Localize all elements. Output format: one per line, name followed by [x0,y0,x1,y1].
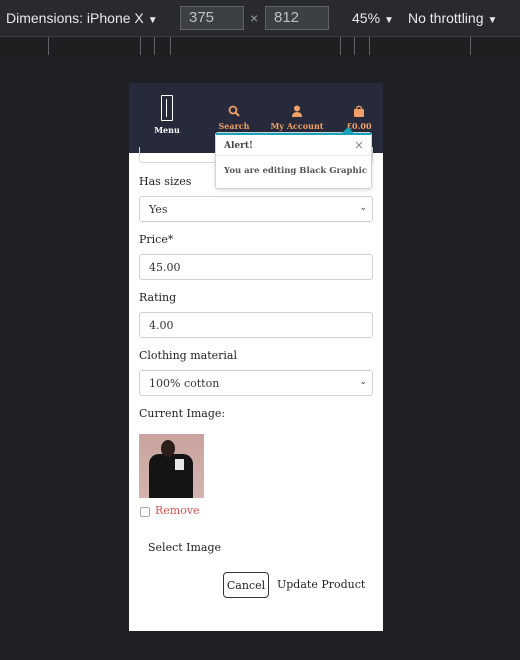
media-query-ruler [0,36,520,56]
chevron-down-icon: ⌄ [359,203,367,213]
current-image-label: Current Image: [139,407,226,420]
zoom-selector[interactable]: 45% ▼ [352,10,394,26]
close-icon[interactable]: × [354,138,364,152]
rating-value: 4.00 [149,319,174,332]
toast-title: Alert! [224,141,253,151]
throttling-selector[interactable]: No throttling ▼ [408,10,497,26]
cancel-button[interactable]: Cancel [223,572,269,598]
device-label: Dimensions: iPhone X [6,10,144,26]
throttling-label: No throttling [408,10,484,26]
times-separator: × [250,10,259,26]
has-sizes-label: Has sizes [139,175,192,188]
price-value: 45.00 [149,261,181,274]
devtools-toolbar: Dimensions: iPhone X ▼ 375 × 812 45% ▼ No … [0,0,520,36]
material-value: 100% cotton [149,377,220,390]
search-button[interactable]: Search [217,105,251,131]
toast-header: Alert! × [216,135,371,156]
toast-message: You are editing Black Graphic [224,166,368,176]
alert-toast: Alert! × You are editing Black Graphic [215,127,372,189]
remove-label[interactable]: Remove [155,504,200,517]
user-icon [269,105,325,119]
remove-image-checkbox[interactable] [140,507,150,517]
material-select[interactable]: 100% cotton ⌄ [139,370,373,396]
width-input[interactable]: 375 [180,6,244,30]
caret-down-icon: ▼ [147,15,158,26]
menu-button[interactable]: Menu [147,95,187,135]
material-label: Clothing material [139,349,237,362]
height-input[interactable]: 812 [265,6,329,30]
price-label: Price* [139,233,174,246]
device-selector[interactable]: Dimensions: iPhone X ▼ [6,10,158,26]
rating-label: Rating [139,291,177,304]
update-product-button[interactable]: Update Product [277,578,365,591]
chevron-down-icon: ⌄ [359,377,367,387]
has-sizes-value: Yes [149,203,168,216]
price-input[interactable]: 45.00 [139,254,373,280]
select-image-button[interactable]: Select Image [148,541,221,554]
zoom-label: 45% [352,10,381,26]
caret-down-icon: ▼ [487,15,498,26]
phone-viewport: Menu Search My Account £0.00 Has sizes Y… [129,83,383,631]
search-label: Search [218,121,250,131]
caret-down-icon: ▼ [384,15,394,26]
shopping-bag-icon [343,105,375,119]
menu-label: Menu [154,125,180,135]
rating-input[interactable]: 4.00 [139,312,373,338]
account-label: My Account [270,121,324,131]
product-image-thumbnail [139,434,204,498]
has-sizes-select[interactable]: Yes ⌄ [139,196,373,222]
search-icon [217,105,251,119]
my-account-button[interactable]: My Account [269,105,325,131]
menu-logo-icon [161,95,173,121]
